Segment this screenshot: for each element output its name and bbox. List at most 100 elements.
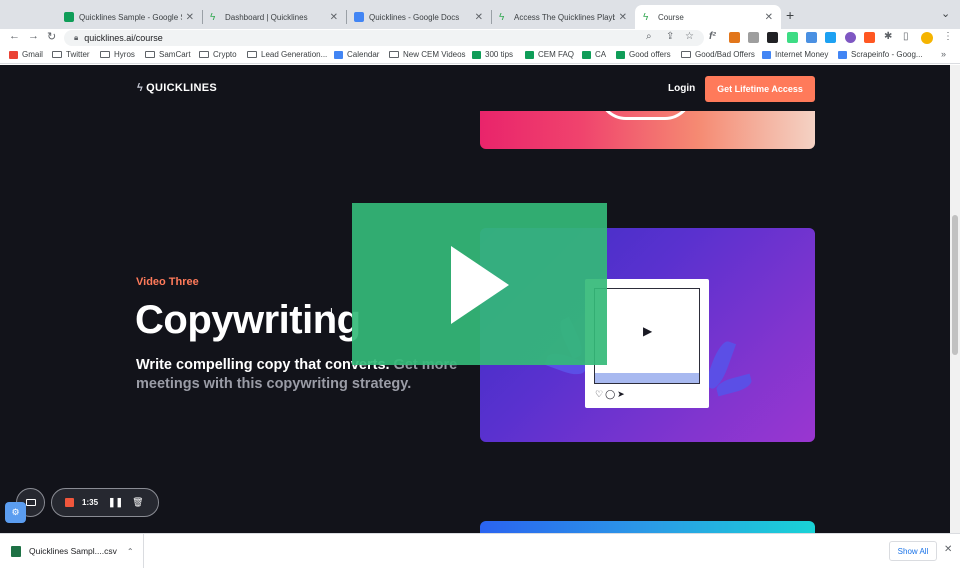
bookmark-label: CEM FAQ: [538, 50, 575, 59]
bookmark-cem-faq[interactable]: CEM FAQ: [525, 50, 574, 59]
share-icon[interactable]: ⇪: [666, 31, 674, 42]
text-cursor-icon: I: [330, 307, 333, 318]
bookmark-lead-generation[interactable]: Lead Generation...: [247, 50, 327, 59]
docs-icon: [354, 12, 364, 22]
zoom-icon[interactable]: ⌕: [646, 31, 652, 42]
bookmark-label: Crypto: [213, 50, 237, 59]
menu-kebab-icon[interactable]: ⋮: [943, 31, 953, 42]
folder-icon: [389, 51, 399, 58]
bookmarks-overflow-button[interactable]: »: [941, 49, 946, 59]
camera-icon: [25, 499, 36, 506]
download-filename: Quicklines Sampl....csv: [29, 546, 117, 556]
bolt-icon: ϟ: [643, 12, 649, 23]
sheets-icon: [472, 50, 481, 59]
address-bar[interactable]: 🔒︎ quicklines.ai/course: [64, 30, 704, 46]
bookmark-good-bad-offers[interactable]: Good/Bad Offers: [681, 50, 755, 59]
sheets-icon: [616, 50, 625, 59]
tab-google-docs[interactable]: Quicklines - Google Docs ✕: [346, 5, 491, 29]
extension-icon[interactable]: [825, 32, 836, 43]
close-icon[interactable]: ✕: [944, 544, 952, 555]
tab-playbook[interactable]: ϟ Access The Quicklines Playboo ✕: [491, 5, 635, 29]
show-all-downloads-button[interactable]: Show All: [889, 541, 937, 561]
extension-icon[interactable]: [748, 32, 759, 43]
star-icon[interactable]: ☆: [685, 31, 694, 42]
tab-title: Course: [658, 12, 684, 22]
reload-icon[interactable]: ↻: [47, 30, 56, 43]
play-icon: [451, 246, 509, 324]
scrollbar-thumb[interactable]: [952, 215, 958, 355]
extension-icon[interactable]: [787, 32, 798, 43]
close-icon[interactable]: ✕: [619, 12, 627, 23]
download-item[interactable]: Quicklines Sampl....csv ⌃: [0, 534, 144, 568]
trash-icon[interactable]: 🗑︎: [132, 497, 143, 508]
forward-arrow-icon[interactable]: →: [28, 30, 39, 42]
bookmark-crypto[interactable]: Crypto: [199, 50, 237, 59]
close-icon[interactable]: ✕: [765, 12, 773, 23]
pause-icon[interactable]: ❚❚: [108, 497, 123, 508]
video-title: Copywriting: [135, 298, 361, 342]
quicklines-logo[interactable]: ϟ QUICKLINES: [137, 82, 217, 94]
bookmark-scrapeinfo[interactable]: Scrapeinfo - Goog...: [838, 50, 923, 59]
bookmark-gmail[interactable]: Gmail: [9, 50, 43, 59]
bookmark-ca[interactable]: CA: [582, 50, 606, 59]
course-card-thumbnail-top[interactable]: [480, 110, 815, 149]
bookmark-label: CA: [595, 50, 607, 59]
side-panel-icon[interactable]: ▯: [903, 31, 909, 42]
bolt-icon: ϟ: [137, 82, 144, 94]
bookmark-label: Hyros: [114, 50, 135, 59]
tab-quicklines-sample[interactable]: Quicklines Sample - Google Sh ✕: [56, 5, 202, 29]
extension-icon[interactable]: [767, 32, 778, 43]
folder-icon: [199, 51, 209, 58]
back-arrow-icon[interactable]: ←: [9, 30, 20, 42]
video-play-overlay[interactable]: [352, 203, 607, 365]
video-screen-illustration: ▶: [594, 288, 700, 384]
login-link[interactable]: Login: [668, 83, 695, 94]
progress-bar-illustration: [595, 373, 699, 383]
tab-course[interactable]: ϟ Course ✕: [635, 5, 781, 29]
bolt-icon: ϟ: [210, 12, 216, 23]
metamask-extension-icon[interactable]: [729, 32, 740, 43]
bookmark-label: Internet Money: [775, 50, 829, 59]
extension-icon[interactable]: [864, 32, 875, 43]
bookmark-new-cem-videos[interactable]: New CEM Videos: [389, 50, 466, 59]
tab-title: Quicklines - Google Docs: [369, 12, 460, 22]
extension-icon[interactable]: [845, 32, 856, 43]
bookmark-label: Calendar: [347, 50, 380, 59]
close-icon[interactable]: ✕: [475, 12, 483, 23]
formula-extension-icon[interactable]: f²: [709, 31, 716, 42]
bookmarks-bar: Gmail Twitter Hyros SamCart Crypto Lead …: [0, 47, 960, 64]
new-tab-button[interactable]: +: [786, 7, 794, 23]
close-icon[interactable]: ✕: [330, 12, 338, 23]
bookmark-label: Twitter: [66, 50, 90, 59]
get-lifetime-access-button[interactable]: Get Lifetime Access: [705, 76, 815, 102]
recorder-settings-icon[interactable]: ⚙: [5, 502, 26, 523]
tab-search-button[interactable]: ⌄: [941, 7, 950, 20]
docs-icon: [838, 50, 847, 59]
extension-icon[interactable]: [806, 32, 817, 43]
bookmark-good-offers[interactable]: Good offers: [616, 50, 671, 59]
chevron-up-icon[interactable]: ⌃: [127, 547, 134, 556]
tab-dashboard[interactable]: ϟ Dashboard | Quicklines ✕: [202, 5, 346, 29]
sheets-icon: [64, 12, 74, 22]
puzzle-extensions-icon[interactable]: ✱: [884, 31, 892, 42]
video-number-label: Video Three: [136, 276, 199, 288]
bookmark-twitter[interactable]: Twitter: [52, 50, 90, 59]
bookmark-300-tips[interactable]: 300 tips: [472, 50, 513, 59]
course-card-thumbnail-next[interactable]: [480, 521, 815, 533]
bookmark-samcart[interactable]: SamCart: [145, 50, 191, 59]
recording-timer: 1:35: [82, 498, 99, 507]
folder-icon: [100, 51, 110, 58]
bookmark-label: New CEM Videos: [403, 50, 466, 59]
url-text: quicklines.ai/course: [84, 33, 163, 43]
bookmark-label: Scrapeinfo - Goog...: [851, 50, 923, 59]
close-icon[interactable]: ✕: [186, 12, 194, 23]
bookmark-calendar[interactable]: Calendar: [334, 50, 379, 59]
bookmark-hyros[interactable]: Hyros: [100, 50, 135, 59]
bookmark-label: Good offers: [629, 50, 671, 59]
tab-title: Dashboard | Quicklines: [225, 12, 308, 22]
profile-avatar[interactable]: [921, 32, 933, 44]
stop-recording-icon[interactable]: [65, 498, 74, 507]
excel-file-icon: [11, 545, 21, 557]
page-scrollbar[interactable]: [950, 65, 960, 533]
bookmark-internet-money[interactable]: Internet Money: [762, 50, 828, 59]
